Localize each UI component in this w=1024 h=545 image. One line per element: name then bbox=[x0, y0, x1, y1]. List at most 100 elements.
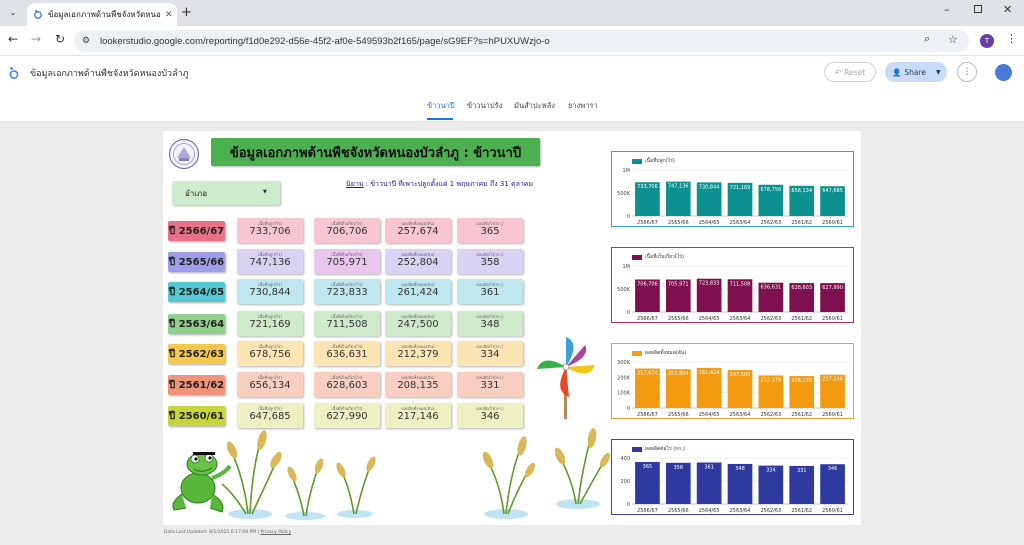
scorecard-value: 711,508 bbox=[326, 319, 368, 330]
dropdown-arrow-icon: ▼ bbox=[263, 189, 267, 195]
scorecard-value: 257,674 bbox=[397, 226, 439, 237]
pinwheel-illustration bbox=[533, 333, 599, 425]
data-label: 636,631 bbox=[761, 285, 782, 291]
forward-arrow-icon[interactable]: → bbox=[31, 32, 41, 46]
x-tick-label: 2566/67 bbox=[637, 508, 658, 514]
minimize-button[interactable]: – bbox=[944, 3, 950, 16]
x-tick-label: 2564/65 bbox=[699, 316, 720, 322]
browser-tab[interactable]: ข้อมูลเอกภาพด้านพืชจังหวัดหนองบัวลำ... ✕ bbox=[27, 3, 177, 26]
year-button[interactable]: ปี 2561/62 bbox=[168, 375, 225, 395]
scorecard-value: 212,379 bbox=[397, 349, 439, 360]
reset-button[interactable]: ↶ Reset bbox=[824, 62, 876, 82]
x-tick-label: 2565/66 bbox=[668, 508, 689, 514]
data-label: 257,674 bbox=[637, 370, 658, 376]
scorecard: ผลผลิต/ไร่(กก.) 358 bbox=[457, 249, 523, 274]
scorecard: ผลผลิต/ไร่(กก.) 361 bbox=[457, 279, 523, 304]
scorecard: เนื้อที่เก็บเกี่ยว(ไร่) 705,971 bbox=[314, 249, 380, 274]
zoom-icon[interactable]: ⌕ bbox=[924, 33, 930, 46]
scorecard: ผลผลิต/ไร่(กก.) 331 bbox=[457, 372, 523, 397]
x-tick-label: 2561/62 bbox=[791, 412, 812, 418]
data-label: 358 bbox=[674, 465, 684, 471]
scorecard-value: 346 bbox=[480, 411, 500, 422]
definition-note: นิยาม : ข้าวนาปี ที่เพาะปลูกตั้งแต่ 1 พฤ… bbox=[346, 179, 533, 190]
y-tick-label: 400 bbox=[620, 456, 630, 462]
page-tab-rice-second[interactable]: ข้าวนาปรัง bbox=[467, 100, 502, 112]
scorecard-value: 747,136 bbox=[249, 257, 291, 268]
data-label: 747,136 bbox=[668, 184, 689, 190]
tab-list-button[interactable]: ⌄ bbox=[6, 6, 20, 20]
scorecard: เนื้อที่เก็บเกี่ยว(ไร่) 636,631 bbox=[314, 341, 380, 366]
y-tick-label: 1M bbox=[623, 264, 631, 270]
data-label: 706,706 bbox=[637, 281, 658, 287]
account-avatar[interactable] bbox=[995, 64, 1012, 81]
scorecard: ผลผลิตทั้งหมด(ตัน) 208,135 bbox=[385, 372, 451, 397]
page-tab-cassava[interactable]: มันสำปะหลัง bbox=[514, 100, 555, 112]
browser-menu-icon[interactable]: ⋮ bbox=[1006, 32, 1017, 45]
scorecard: ผลผลิต/ไร่(กก.) 346 bbox=[457, 403, 523, 428]
new-tab-button[interactable]: + bbox=[181, 5, 192, 20]
back-arrow-icon[interactable]: ← bbox=[8, 32, 18, 46]
share-dropdown-icon[interactable]: ▼ bbox=[936, 69, 941, 76]
banner-title: ข้อมูลเอกภาพด้านพืชจังหวัดหนองบัวลำภู : … bbox=[229, 145, 522, 161]
scorecard: ผลผลิตทั้งหมด(ตัน) 261,424 bbox=[385, 279, 451, 304]
reset-label: Reset bbox=[844, 67, 866, 77]
year-button[interactable]: ปี 2565/66 bbox=[168, 252, 225, 272]
data-label: 252,804 bbox=[668, 371, 689, 377]
share-button[interactable]: 👤 Share ▼ bbox=[885, 62, 947, 82]
address-bar[interactable]: ⚙ lookerstudio.google.com/reporting/f1d0… bbox=[74, 30, 969, 52]
provincial-seal-logo bbox=[168, 138, 200, 174]
chart-harvested-area: เนื้อที่เก็บเกี่ยว(ไร่) 0 500K 1M 706,706 25… bbox=[611, 247, 854, 323]
y-tick-label: 300K bbox=[617, 360, 631, 366]
year-button[interactable]: ปี 2562/63 bbox=[168, 344, 225, 364]
page-tab-rice-major[interactable]: ข้าวนาปี bbox=[427, 100, 455, 112]
scorecard-value: 247,500 bbox=[397, 319, 439, 330]
scorecard: เนื้อที่ปลูก(ไร่) 747,136 bbox=[237, 249, 303, 274]
scorecard-value: 628,603 bbox=[326, 380, 368, 391]
rice-plant-illustration-right bbox=[478, 428, 611, 526]
x-tick-label: 2560/61 bbox=[822, 220, 843, 226]
y-tick-label: 200 bbox=[620, 479, 630, 485]
scorecard: เนื้อที่ปลูก(ไร่) 730,844 bbox=[237, 279, 303, 304]
bookmark-star-icon[interactable]: ☆ bbox=[948, 33, 958, 46]
url-text: lookerstudio.google.com/reporting/f1d0e2… bbox=[100, 35, 550, 47]
scorecard-value: 627,990 bbox=[326, 411, 368, 422]
year-button[interactable]: ปี 2566/67 bbox=[168, 221, 225, 241]
district-filter-dropdown[interactable]: อำเภอ ▼ bbox=[172, 181, 280, 205]
bar-chart-svg: 0 200 400 365 2566/67 358 2565/66 361 2564/65 348… bbox=[620, 456, 848, 514]
data-label: 212,379 bbox=[761, 377, 782, 383]
close-window-button[interactable]: ✕ bbox=[1003, 3, 1012, 16]
scorecard-value: 217,146 bbox=[397, 411, 439, 422]
scorecard: เนื้อที่เก็บเกี่ยว(ไร่) 706,706 bbox=[314, 218, 380, 243]
data-label: 627,990 bbox=[822, 285, 843, 291]
data-label: 348 bbox=[735, 466, 745, 472]
chart-total-production: ผลผลิตทั้งหมด(ตัน) 0 100K 200K 300K 257,674 2… bbox=[611, 343, 854, 419]
year-button[interactable]: ปี 2564/65 bbox=[168, 282, 225, 302]
scorecard: เนื้อที่ปลูก(ไร่) 733,706 bbox=[237, 218, 303, 243]
more-options-button[interactable]: ⋮ bbox=[957, 62, 977, 82]
restore-button[interactable] bbox=[974, 5, 982, 13]
site-info-icon[interactable]: ⚙ bbox=[82, 35, 90, 46]
year-button[interactable]: ปี 2560/61 bbox=[168, 406, 225, 426]
profile-avatar[interactable]: T bbox=[980, 34, 994, 48]
data-label: 208,135 bbox=[791, 378, 812, 384]
page-tab-rubber[interactable]: ยางพารา bbox=[568, 100, 598, 112]
data-label: 247,500 bbox=[730, 372, 751, 378]
x-tick-label: 2562/63 bbox=[760, 412, 781, 418]
reload-icon[interactable]: ↻ bbox=[55, 32, 65, 46]
chart-yield-per-rai: ผลผลิตต่อไร่ (กก.) 0 200 400 365 2566/67 358 2… bbox=[611, 439, 854, 515]
year-button[interactable]: ปี 2563/64 bbox=[168, 314, 225, 334]
tab-title: ข้อมูลเอกภาพด้านพืชจังหวัดหนองบัวลำ... bbox=[48, 10, 160, 19]
x-tick-label: 2560/61 bbox=[822, 316, 843, 322]
x-tick-label: 2560/61 bbox=[822, 412, 843, 418]
data-label: 733,706 bbox=[637, 184, 658, 190]
x-tick-label: 2562/63 bbox=[760, 220, 781, 226]
scorecard-value: 252,804 bbox=[397, 257, 439, 268]
privacy-policy-link[interactable]: Privacy Policy bbox=[261, 530, 292, 535]
x-tick-label: 2562/63 bbox=[760, 508, 781, 514]
scorecard: เนื้อที่ปลูก(ไร่) 647,685 bbox=[237, 403, 303, 428]
tab-close-icon[interactable]: ✕ bbox=[165, 10, 173, 20]
scorecard: ผลผลิต/ไร่(กก.) 365 bbox=[457, 218, 523, 243]
data-label: 365 bbox=[643, 464, 653, 470]
scorecard-value: 348 bbox=[480, 319, 500, 330]
x-tick-label: 2563/64 bbox=[730, 412, 751, 418]
